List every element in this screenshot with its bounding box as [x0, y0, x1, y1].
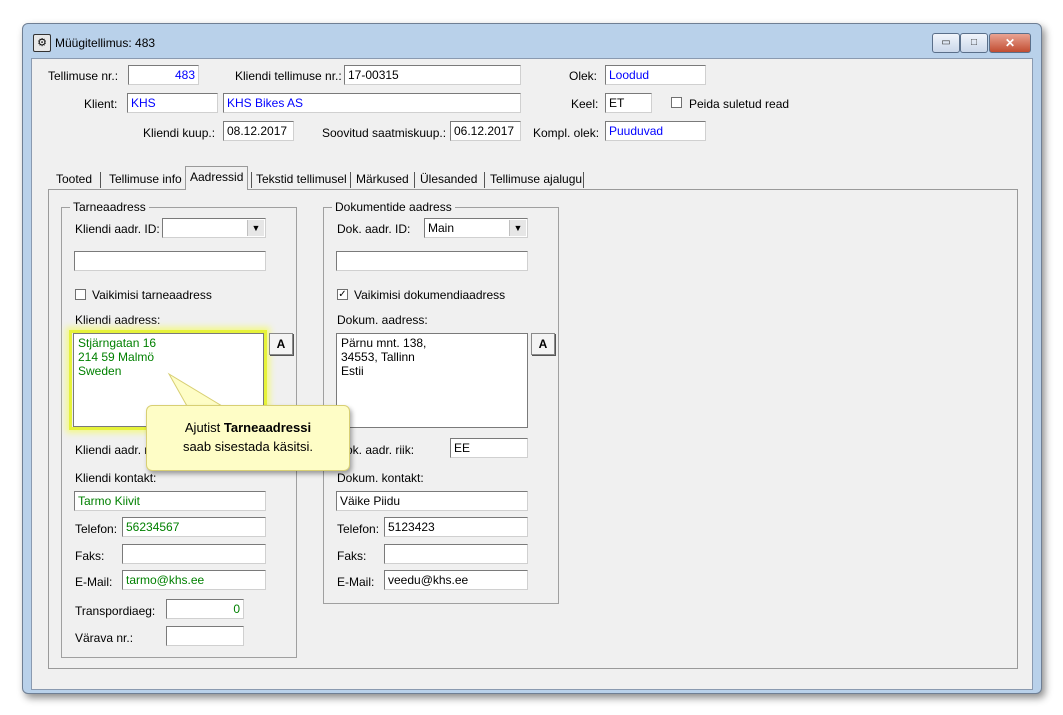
delivery-contact-label: Kliendi kontakt:: [75, 471, 157, 485]
client-name-field[interactable]: KHS Bikes AS: [223, 93, 521, 113]
documents-phone-field[interactable]: 5123423: [384, 517, 528, 537]
tab-separator: [414, 172, 415, 188]
callout-bold-term: Tarneaadressi: [223, 420, 312, 435]
documents-default-label: Vaikimisi dokumendiaadress: [354, 288, 506, 302]
chevron-down-icon[interactable]: ▼: [509, 220, 526, 236]
chevron-down-icon[interactable]: ▼: [247, 220, 264, 236]
delivery-fax-label: Faks:: [75, 549, 105, 563]
hide-closed-checkbox[interactable]: [671, 97, 682, 108]
delivery-fax-field[interactable]: [122, 544, 266, 564]
title-bar[interactable]: ⚙ Müügitellimus: 483 ▭ □ ✕: [23, 24, 1041, 54]
documents-default-checkbox[interactable]: ✓: [337, 289, 348, 300]
client-label: Klient:: [84, 97, 118, 111]
tab-ulesanded[interactable]: Ülesanded: [420, 170, 477, 189]
documents-addr-id-value: Main: [428, 221, 455, 235]
documents-address-textarea[interactable]: Pärnu mnt. 138, 34553, Tallinn Estii: [336, 333, 528, 428]
documents-country-field[interactable]: EE: [450, 438, 528, 458]
callout-line-2: saab sisestada käsitsi.: [182, 439, 314, 454]
documents-email-field[interactable]: veedu@khs.ee: [384, 570, 528, 590]
documents-fax-label: Faks:: [337, 549, 367, 563]
app-icon: ⚙: [33, 34, 51, 52]
tab-separator: [100, 172, 101, 188]
tab-aadressid[interactable]: Aadressid: [185, 166, 249, 190]
completion-status-field[interactable]: Puuduvad: [605, 121, 706, 141]
delivery-email-field[interactable]: tarmo@khs.ee: [122, 570, 266, 590]
gate-no-field[interactable]: [166, 626, 244, 646]
documents-extra-field[interactable]: [336, 251, 528, 271]
delivery-addr-id-label: Kliendi aadr. ID:: [75, 222, 160, 236]
transit-time-field[interactable]: 0: [166, 599, 244, 619]
delivery-phone-field[interactable]: 56234567: [122, 517, 266, 537]
delivery-addr-id-combo[interactable]: ▼: [162, 218, 266, 238]
language-field[interactable]: ET: [605, 93, 652, 113]
delivery-contact-field[interactable]: Tarmo Kiivit: [74, 491, 266, 511]
documents-fax-field[interactable]: [384, 544, 528, 564]
client-order-no-field[interactable]: 17-00315: [344, 65, 521, 85]
tab-separator: [484, 172, 485, 188]
order-no-label: Tellimuse nr.:: [48, 69, 119, 83]
delivery-address-a-button[interactable]: A: [269, 333, 293, 355]
delivery-default-label: Vaikimisi tarneaadress: [92, 288, 212, 302]
documents-phone-label: Telefon:: [337, 522, 380, 536]
status-label: Olek:: [569, 69, 598, 83]
delivery-default-checkbox[interactable]: [75, 289, 86, 300]
client-date-field[interactable]: 08.12.2017: [223, 121, 294, 141]
tab-tekstid-tellimusel[interactable]: Tekstid tellimusel: [256, 170, 347, 189]
callout-tooltip: Ajutist Tarneaadressi saab sisestada käs…: [146, 405, 350, 471]
gate-no-label: Värava nr.:: [75, 631, 134, 645]
transit-time-label: Transpordiaeg:: [75, 604, 156, 618]
hide-closed-label: Peida suletud read: [689, 97, 790, 111]
delivery-extra-field[interactable]: [74, 251, 266, 271]
documents-addr-id-combo[interactable]: Main ▼: [424, 218, 528, 238]
order-no-field[interactable]: 483: [128, 65, 199, 85]
maximize-button[interactable]: □: [960, 33, 988, 53]
window-title: Müügitellimus: 483: [55, 36, 156, 50]
documents-country-label: ok. aadr. riik:: [346, 443, 415, 457]
status-field[interactable]: Loodud: [605, 65, 706, 85]
documents-contact-field[interactable]: Väike Piidu: [336, 491, 528, 511]
documents-address-group-title: Dokumentide aadress: [332, 200, 455, 214]
delivery-phone-label: Telefon:: [75, 522, 118, 536]
documents-contact-label: Dokum. kontakt:: [337, 471, 424, 485]
delivery-address-label: Kliendi aadress:: [75, 313, 161, 327]
documents-email-label: E-Mail:: [337, 575, 375, 589]
client-code-field[interactable]: KHS: [127, 93, 218, 113]
delivery-address-group-title: Tarneaadress: [70, 200, 149, 214]
delivery-email-label: E-Mail:: [75, 575, 113, 589]
documents-address-a-button[interactable]: A: [531, 333, 555, 355]
tab-tellimuse-info[interactable]: Tellimuse info: [109, 170, 182, 189]
tab-separator: [583, 172, 584, 188]
minimize-button[interactable]: ▭: [932, 33, 960, 53]
tab-tooted[interactable]: Tooted: [56, 170, 92, 189]
close-button[interactable]: ✕: [989, 33, 1031, 53]
delivery-country-label: Kliendi aadr. r: [75, 443, 149, 457]
desired-delivery-field[interactable]: 06.12.2017: [450, 121, 521, 141]
callout-line-1: Ajutist Tarneaadressi: [147, 418, 349, 437]
completion-status-label: Kompl. olek:: [533, 126, 600, 140]
desired-delivery-label: Soovitud saatmiskuup.:: [322, 126, 447, 140]
tab-separator: [350, 172, 351, 188]
tab-markused[interactable]: Märkused: [356, 170, 409, 189]
callout-prefix: Ajutist: [184, 420, 224, 435]
tab-separator: [251, 172, 252, 188]
documents-addr-id-label: Dok. aadr. ID:: [337, 222, 411, 236]
language-label: Keel:: [571, 97, 599, 111]
documents-address-label: Dokum. aadress:: [337, 313, 428, 327]
client-date-label: Kliendi kuup.:: [143, 126, 216, 140]
tab-tellimuse-ajalugu[interactable]: Tellimuse ajalugu: [490, 170, 582, 189]
client-order-no-label: Kliendi tellimuse nr.:: [235, 69, 342, 83]
